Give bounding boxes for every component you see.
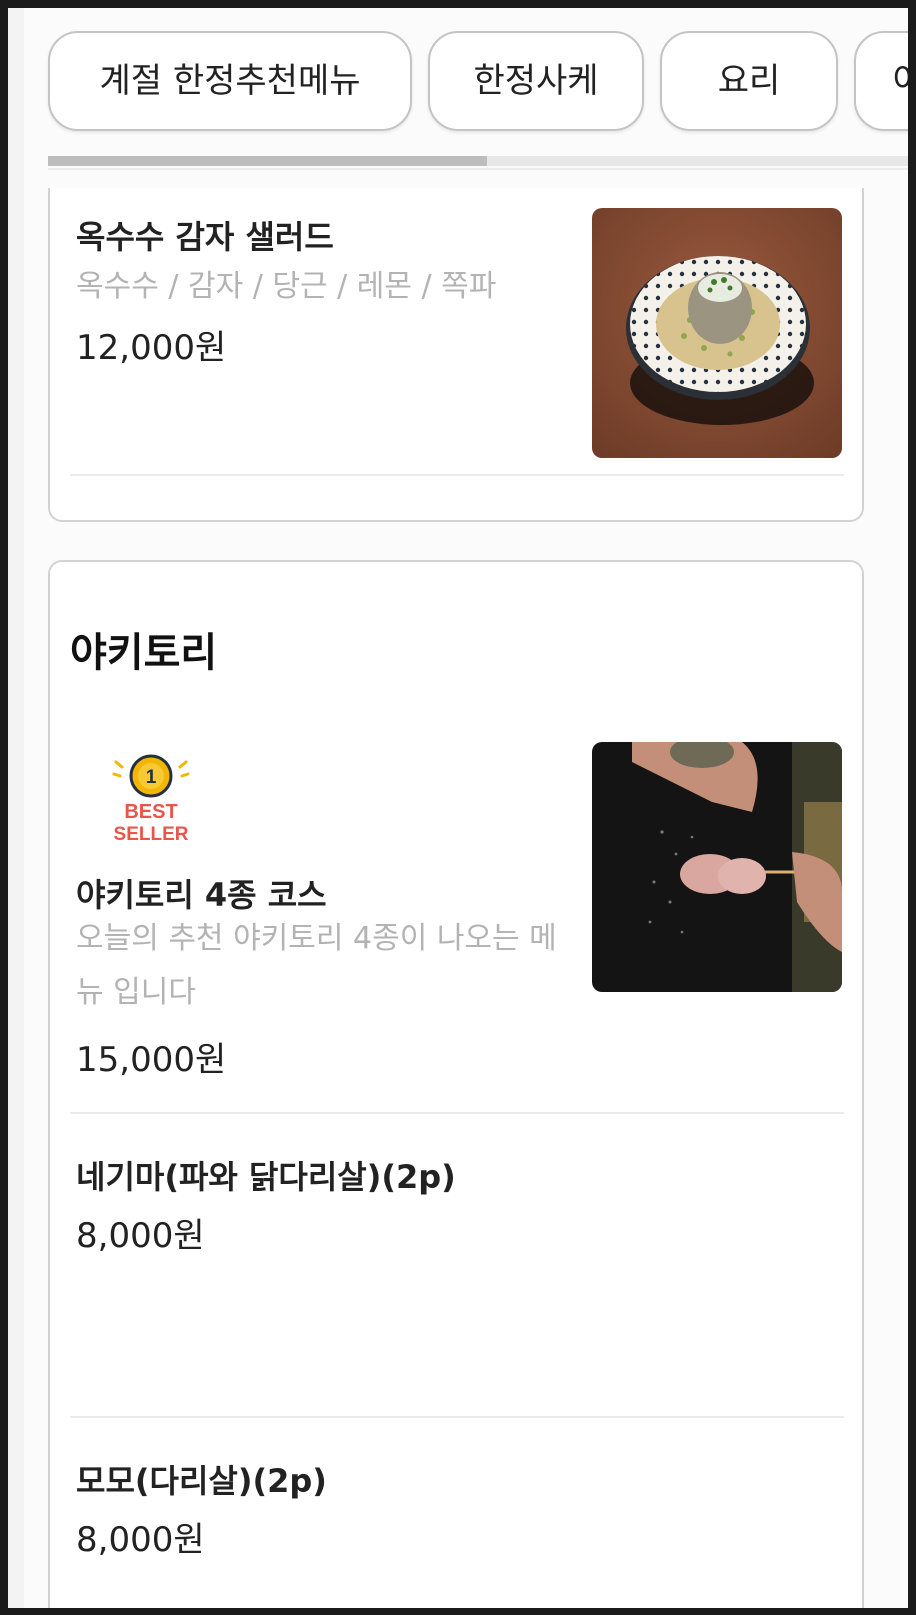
- badge-text-best: BEST: [124, 801, 177, 823]
- menu-item-name[interactable]: 모모(다리살)(2p): [76, 1456, 327, 1502]
- menu-card: 옥수수 감자 샐러드 옥수수 / 감자 / 당근 / 레몬 / 쪽파 12,00…: [48, 148, 864, 522]
- row-divider: [70, 474, 844, 476]
- yakitori-skewer-photo[interactable]: [592, 742, 842, 992]
- tab-more[interactable]: 이: [854, 31, 908, 131]
- tab-scrollbar-thumb[interactable]: [48, 156, 487, 166]
- menu-item-name[interactable]: 옥수수 감자 샐러드: [76, 212, 334, 258]
- category-tab-bar: 계절 한정추천메뉴 한정사케 요리 이: [24, 8, 908, 188]
- menu-item-name[interactable]: 야키토리 4종 코스: [76, 870, 327, 916]
- tab-divider: [48, 168, 908, 170]
- menu-page: 옥수수 감자 샐러드 옥수수 / 감자 / 당근 / 레몬 / 쪽파 12,00…: [24, 8, 908, 1608]
- tab-scrollbar[interactable]: [48, 156, 908, 166]
- menu-item-price: 8,000원: [76, 1520, 205, 1560]
- tab-seasonal-menu[interactable]: 계절 한정추천메뉴: [48, 31, 412, 131]
- menu-card: 야키토리 1 BEST SELLER 야키토리 4종 코스 오늘의 추천 야키토…: [48, 560, 864, 1608]
- best-seller-badge-icon: 1 BEST SELLER: [106, 752, 196, 852]
- badge-text-seller: SELLER: [114, 824, 189, 845]
- menu-item-price: 15,000원: [76, 1040, 227, 1080]
- menu-item-name[interactable]: 네기마(파와 닭다리살)(2p): [76, 1152, 456, 1198]
- row-divider: [70, 1112, 844, 1114]
- menu-item-price: 12,000원: [76, 328, 227, 368]
- section-title: 야키토리: [70, 630, 218, 676]
- badge-number: 1: [146, 767, 157, 788]
- tab-dishes[interactable]: 요리: [660, 31, 838, 131]
- tab-limited-sake[interactable]: 한정사케: [428, 31, 644, 131]
- potato-salad-photo[interactable]: [592, 208, 842, 458]
- row-divider: [70, 1416, 844, 1418]
- app-frame: 옥수수 감자 샐러드 옥수수 / 감자 / 당근 / 레몬 / 쪽파 12,00…: [8, 8, 908, 1608]
- menu-item-price: 8,000원: [76, 1216, 205, 1256]
- menu-item-description: 옥수수 / 감자 / 당근 / 레몬 / 쪽파: [76, 269, 497, 304]
- menu-item-description: 오늘의 추천 야키토리 4종이 나오는 메뉴 입니다: [76, 921, 557, 1010]
